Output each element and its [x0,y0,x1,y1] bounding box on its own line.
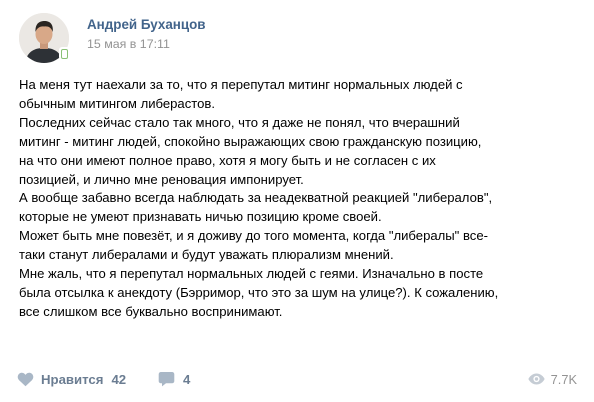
comment-button[interactable]: 4 [158,368,190,390]
mobile-online-icon [59,47,70,60]
post-text-line: митинг - митинг людей, спокойно выражающ… [19,133,482,149]
like-count: 42 [111,371,127,387]
author-avatar-wrapper[interactable] [19,13,70,63]
post-text-line: позицией, и лично мне реновация импониру… [19,171,304,187]
views-indicator: 7.7K [528,368,577,390]
post-text-line: обычным митингом либерастов. [19,95,215,111]
like-button[interactable]: Нравится 42 [17,368,126,390]
views-count: 7.7K [550,371,577,387]
post-text-line: все слишком все буквально воспринимают. [19,303,283,319]
post-text-line: На меня тут наехали за то, что я перепут… [19,77,463,92]
post-text-line: Может быть мне повезёт, и я доживу до то… [19,228,488,244]
post-text-line: была отсылка к анекдоту (Бэрримор, что э… [19,284,499,300]
post-text-line: таки станут либералами и будут уважать п… [19,247,394,263]
post-text-line: которые не умеют признавать ничью позици… [19,209,382,225]
post-text-line: Последних сейчас стало так много, что я … [19,114,460,130]
eye-icon [528,373,545,385]
post-actions: Нравится 42 4 7.7K [0,368,594,390]
post-text-line: А вообще забавно всегда наблюдать за неа… [19,190,493,206]
post-date-link[interactable]: 15 мая в 17:11 [87,37,170,51]
like-label: Нравится [41,371,104,387]
post-text: На меня тут наехали за то, что я перепут… [19,76,584,322]
wall-post: Андрей Буханцов 15 мая в 17:11 На меня т… [0,0,594,402]
post-text-line: на что они имеют полное право, хотя я мо… [19,152,436,168]
author-name-link[interactable]: Андрей Буханцов [87,17,206,32]
post-text-line: Мне жаль, что я перепутал нормальных люд… [19,266,484,282]
heart-icon [17,372,34,387]
comment-count: 4 [183,371,191,387]
speech-bubble-icon [158,371,175,387]
